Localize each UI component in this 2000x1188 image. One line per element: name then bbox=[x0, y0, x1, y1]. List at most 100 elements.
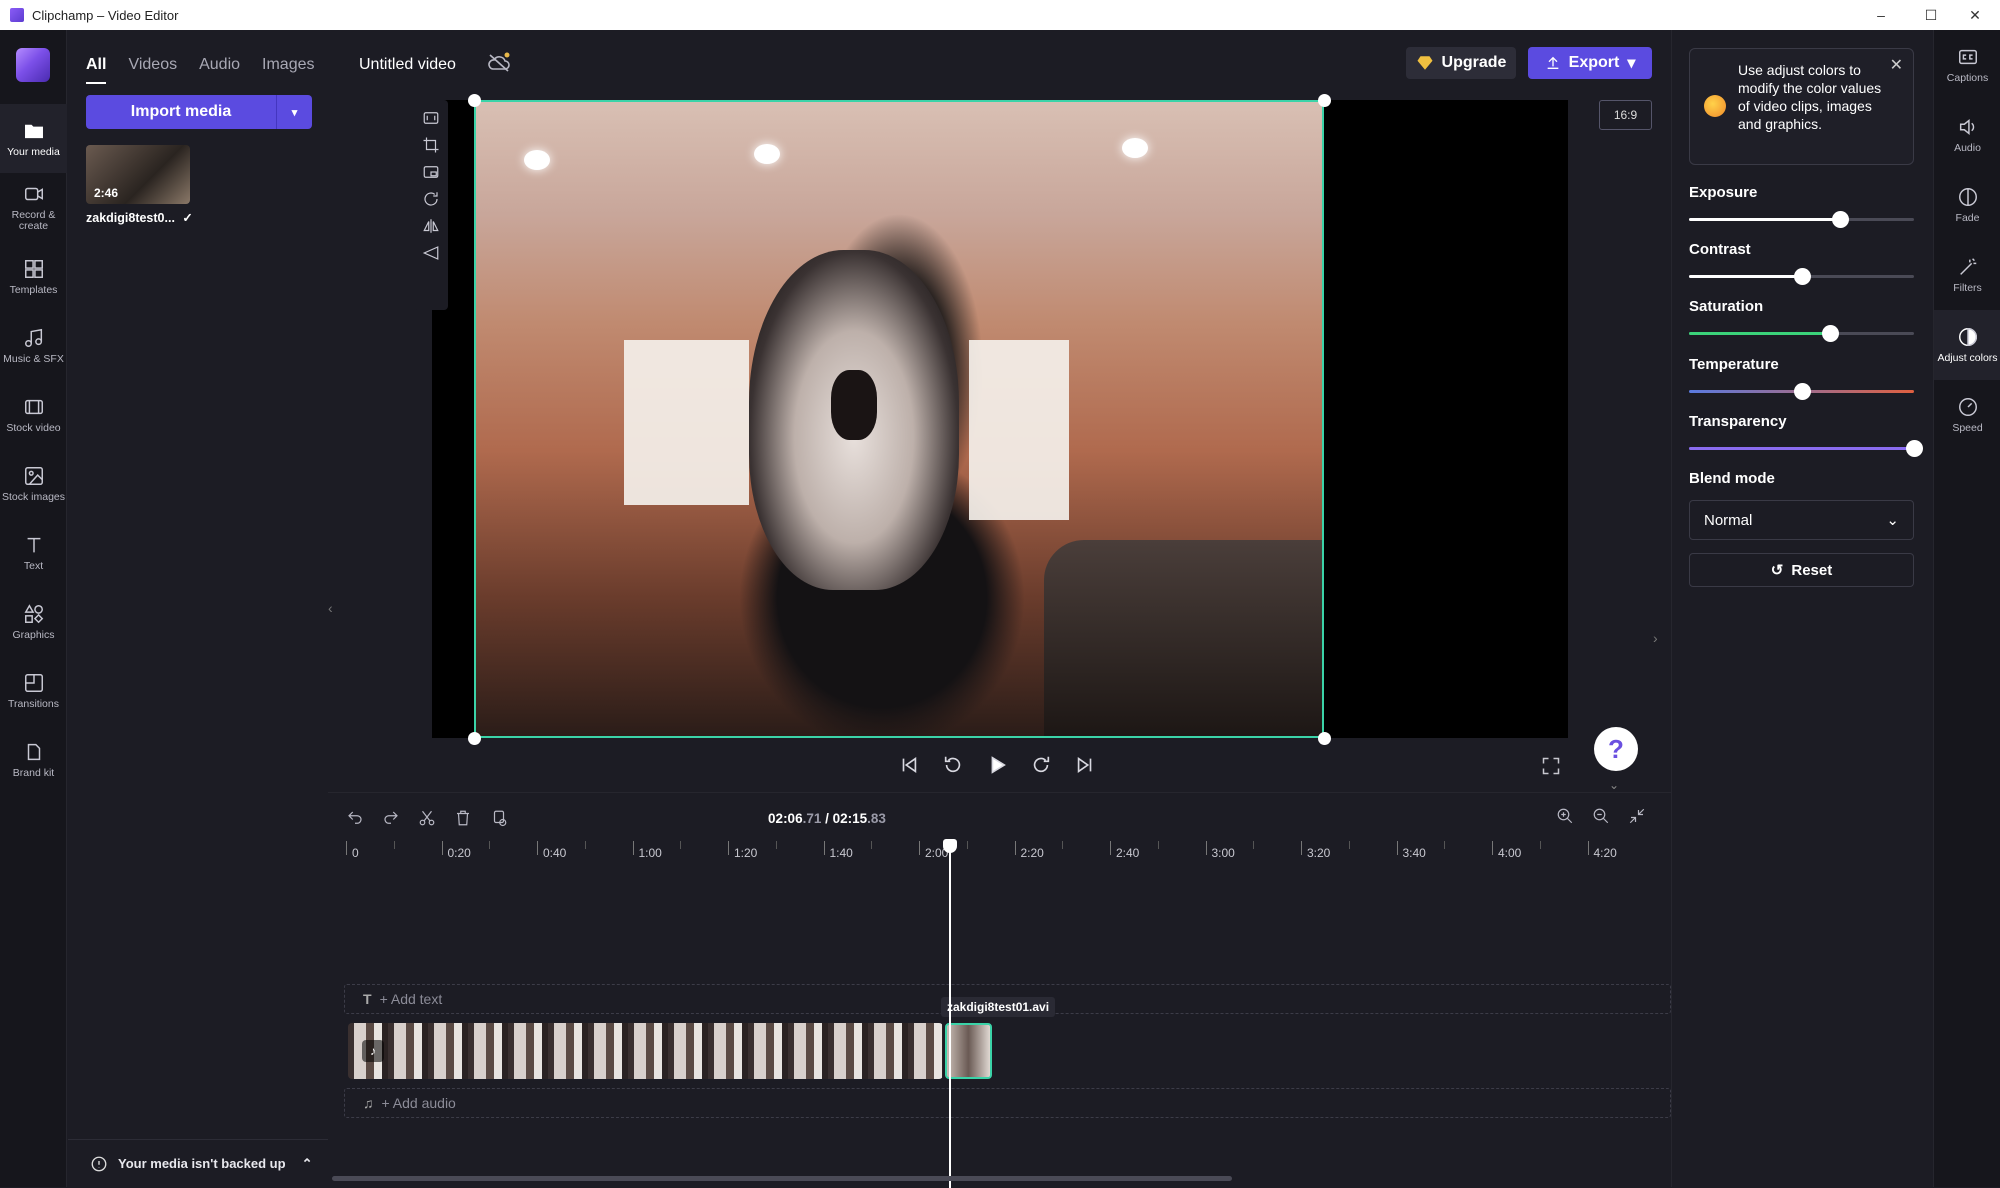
triangle-icon[interactable] bbox=[422, 244, 440, 262]
selection-box[interactable] bbox=[474, 100, 1324, 738]
zoom-out-icon[interactable] bbox=[1592, 807, 1610, 825]
tab-videos[interactable]: Videos bbox=[128, 56, 177, 84]
close-icon[interactable]: ✕ bbox=[1890, 57, 1903, 75]
picture-in-picture-icon[interactable] bbox=[422, 163, 440, 181]
playback-controls bbox=[898, 754, 1096, 776]
film-icon bbox=[24, 399, 43, 414]
ruler-tick-label: 3:00 bbox=[1211, 846, 1235, 860]
minimize-button[interactable]: – bbox=[1856, 0, 1906, 30]
video-clip[interactable]: ♪ bbox=[348, 1023, 943, 1079]
help-button[interactable]: ? bbox=[1594, 727, 1638, 771]
nav-captions[interactable]: Captions bbox=[1934, 30, 2000, 100]
nav-label: Captions bbox=[1946, 72, 1989, 84]
nav-transitions[interactable]: Transitions bbox=[0, 656, 67, 725]
ruler-minor-tick bbox=[1444, 841, 1446, 849]
saturation-slider[interactable] bbox=[1689, 325, 1914, 342]
chevron-left-icon[interactable]: ‹ bbox=[328, 600, 342, 620]
nav-label: Brand kit bbox=[12, 766, 55, 779]
flip-icon[interactable] bbox=[422, 217, 440, 235]
backup-warning[interactable]: Your media isn't backed up ⌃ bbox=[68, 1139, 328, 1187]
time-ruler[interactable]: 0 0:20 0:40 1:00 1:20 1:40 2:00 2:20 2:40 3:00 3:2… bbox=[344, 841, 1671, 863]
slider-knob[interactable] bbox=[1793, 383, 1811, 400]
nav-label: Filters bbox=[1953, 282, 1982, 294]
media-thumbnail[interactable]: 2:46 bbox=[86, 145, 190, 204]
tab-images[interactable]: Images bbox=[262, 56, 314, 84]
skip-end-icon[interactable] bbox=[1074, 754, 1096, 776]
slider-knob[interactable] bbox=[1793, 268, 1811, 285]
resize-handle-tl[interactable] bbox=[468, 94, 481, 107]
fit-icon[interactable] bbox=[422, 109, 440, 127]
ruler-tick-label: 2:40 bbox=[1116, 846, 1140, 860]
blend-mode-select[interactable]: Normal ⌄ bbox=[1689, 500, 1914, 540]
add-text-label: + Add text bbox=[379, 991, 443, 1007]
nav-templates[interactable]: Templates bbox=[0, 242, 67, 311]
resize-handle-br[interactable] bbox=[1318, 732, 1331, 745]
chevron-up-icon[interactable]: ⌃ bbox=[302, 1156, 313, 1172]
zoom-in-icon[interactable] bbox=[1556, 807, 1574, 825]
info-icon bbox=[91, 1156, 107, 1171]
fullscreen-icon[interactable] bbox=[1541, 756, 1561, 776]
media-panel: All Videos Audio Images Import media ▾ 2… bbox=[68, 30, 328, 1187]
slider-knob[interactable] bbox=[1821, 325, 1839, 342]
upgrade-label: Upgrade bbox=[1441, 54, 1507, 71]
playhead[interactable] bbox=[943, 839, 957, 1188]
playhead-handle[interactable] bbox=[943, 839, 957, 853]
nav-graphics[interactable]: Graphics bbox=[0, 587, 67, 656]
upgrade-button[interactable]: Upgrade bbox=[1406, 47, 1516, 79]
video-clip-selected[interactable] bbox=[945, 1023, 992, 1079]
nav-stock-images[interactable]: Stock images bbox=[0, 449, 67, 518]
nav-adjust-colors[interactable]: Adjust colors bbox=[1934, 310, 2000, 380]
nav-speed[interactable]: Speed bbox=[1934, 380, 2000, 450]
aspect-ratio-button[interactable]: 16:9 bbox=[1599, 100, 1652, 130]
nav-your-media[interactable]: Your media bbox=[0, 104, 67, 173]
slider-knob[interactable] bbox=[1906, 440, 1923, 457]
project-title[interactable]: Untitled video bbox=[359, 56, 456, 74]
close-window-button[interactable]: ✕ bbox=[1950, 0, 2000, 30]
chevron-down-icon[interactable]: ⌄ bbox=[1609, 778, 1619, 792]
add-audio-track[interactable]: ♫ + Add audio bbox=[344, 1088, 1671, 1118]
tab-all[interactable]: All bbox=[86, 56, 107, 84]
nav-audio[interactable]: Audio bbox=[1934, 100, 2000, 170]
ruler-tick-label: 4:00 bbox=[1498, 846, 1522, 860]
tab-audio[interactable]: Audio bbox=[199, 56, 240, 84]
ruler-minor-tick bbox=[680, 841, 682, 849]
timeline-scrollbar[interactable] bbox=[332, 1176, 1232, 1181]
contrast-slider[interactable] bbox=[1689, 268, 1914, 285]
clipchamp-app-icon bbox=[10, 8, 24, 22]
clipchamp-logo[interactable] bbox=[16, 48, 50, 82]
reset-button[interactable]: ↺ Reset bbox=[1689, 553, 1914, 587]
nav-fade[interactable]: Fade bbox=[1934, 170, 2000, 240]
nav-filters[interactable]: Filters bbox=[1934, 240, 2000, 310]
media-filename: zakdigi8test0... ✓ bbox=[86, 210, 193, 225]
nav-label: Stock images bbox=[1, 490, 66, 503]
fade-icon bbox=[1958, 188, 1977, 206]
temperature-slider[interactable] bbox=[1689, 383, 1914, 400]
play-icon[interactable] bbox=[986, 754, 1008, 776]
nav-record-create[interactable]: Record & create bbox=[0, 173, 67, 242]
ruler-minor-tick bbox=[1348, 841, 1350, 849]
music-icon bbox=[24, 328, 42, 347]
skip-start-icon[interactable] bbox=[898, 754, 920, 776]
crop-icon[interactable] bbox=[422, 136, 440, 154]
import-media-button[interactable]: Import media ▾ bbox=[86, 95, 312, 129]
nav-brand-kit[interactable]: Brand kit bbox=[0, 725, 67, 794]
nav-stock-video[interactable]: Stock video bbox=[0, 380, 67, 449]
exposure-slider[interactable] bbox=[1689, 211, 1914, 228]
maximize-button[interactable]: ☐ bbox=[1906, 0, 1956, 30]
transparency-slider[interactable] bbox=[1689, 440, 1923, 457]
slider-knob[interactable] bbox=[1831, 211, 1849, 228]
rotate-icon[interactable] bbox=[422, 190, 440, 208]
resize-handle-tr[interactable] bbox=[1318, 94, 1331, 107]
forward-5-icon[interactable] bbox=[1030, 754, 1052, 776]
resize-handle-bl[interactable] bbox=[468, 732, 481, 745]
export-button[interactable]: Export ▾ bbox=[1528, 47, 1652, 79]
chevron-right-icon[interactable]: › bbox=[1653, 630, 1658, 646]
camera-icon bbox=[24, 187, 43, 201]
nav-text[interactable]: Text bbox=[0, 518, 67, 587]
chevron-down-icon[interactable]: ▾ bbox=[276, 95, 312, 129]
nav-music-sfx[interactable]: Music & SFX bbox=[0, 311, 67, 380]
chevron-down-icon: ▾ bbox=[1627, 55, 1636, 72]
fit-timeline-icon[interactable] bbox=[1628, 807, 1646, 825]
rewind-5-icon[interactable] bbox=[942, 754, 964, 776]
cloud-off-icon[interactable] bbox=[486, 52, 512, 74]
